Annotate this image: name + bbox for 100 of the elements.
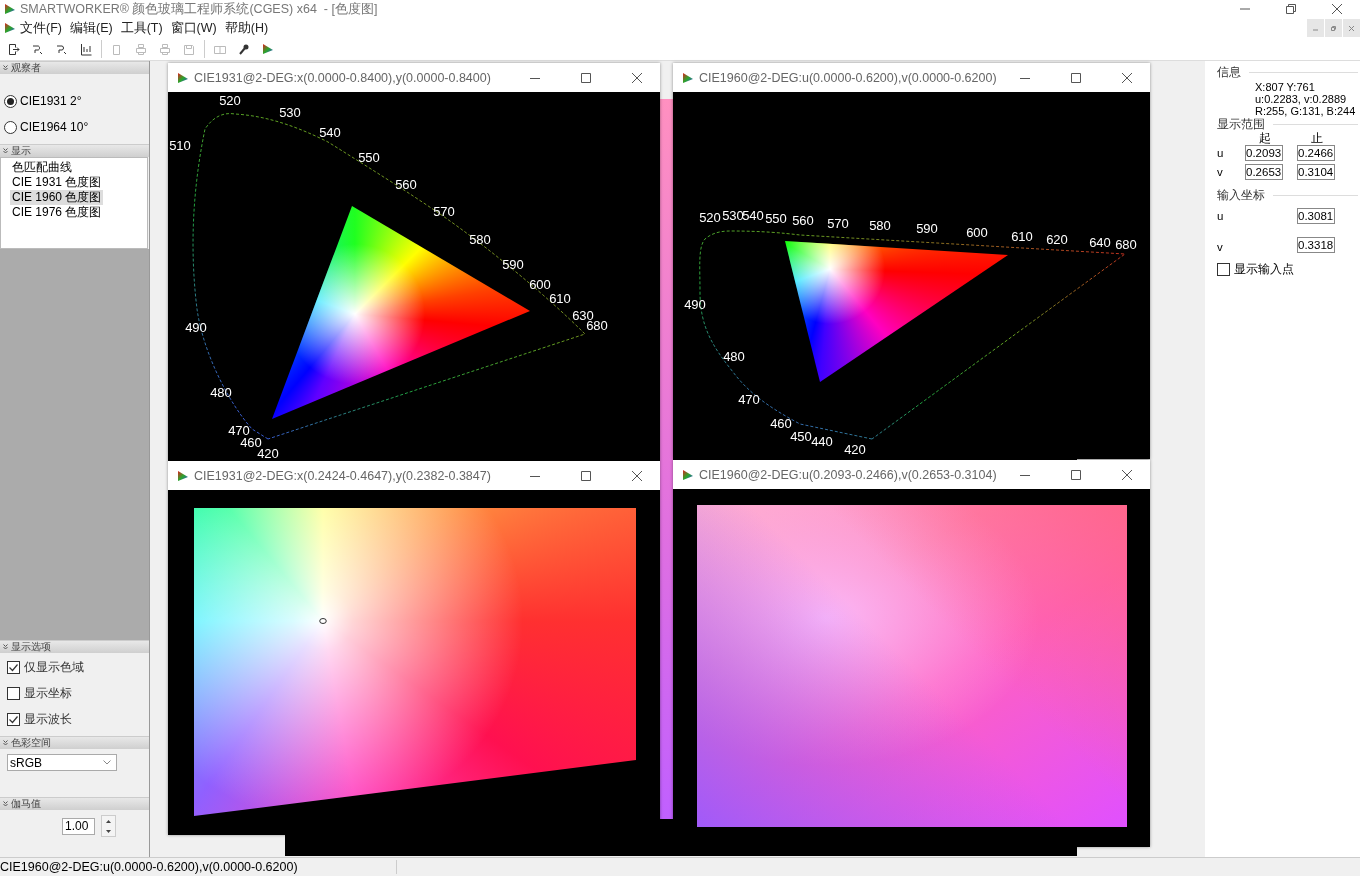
list-item[interactable]: CIE 1960 色度图: [10, 190, 104, 205]
chevron-down-icon: [103, 760, 111, 765]
checkbox[interactable]: [7, 660, 20, 674]
collapse-icon: [3, 740, 8, 746]
list-item[interactable]: CIE 1976 色度图: [10, 205, 104, 220]
column-label: 止: [1311, 131, 1323, 143]
maximize-icon: [581, 72, 591, 83]
wavelength-label: 580: [869, 218, 891, 233]
color-space-dropdown[interactable]: sRGB: [7, 754, 117, 771]
section-header[interactable]: 观察者: [0, 61, 149, 74]
section-title: 伽马值: [11, 798, 41, 810]
up-arrow-icon: [106, 819, 111, 823]
app-logo-icon: [177, 469, 189, 482]
wavelength-label: 600: [529, 277, 551, 292]
wavelength-label: 550: [358, 150, 380, 165]
wavelength-label: 510: [169, 138, 191, 153]
wavelength-label: 460: [770, 416, 792, 431]
close-icon: [632, 72, 642, 83]
collapse-icon: [3, 644, 8, 650]
window-title: SMARTWORKER® 颜色玻璃工程师系统(CGES) x64 - [色度图]: [20, 0, 379, 18]
wavelength-label: 420: [844, 442, 866, 457]
checkbox-label: 显示坐标: [24, 684, 72, 702]
mdi-close-button[interactable]: [1343, 19, 1360, 37]
input-field[interactable]: 0.3104: [1297, 163, 1335, 180]
field-label: v: [1217, 165, 1224, 178]
printer-icon: [158, 42, 172, 56]
radio-label: CIE1964 10°: [20, 120, 89, 134]
wavelength-label: 590: [916, 221, 938, 236]
wavelength-label: 570: [827, 216, 849, 231]
wavelength-label: 480: [210, 385, 232, 400]
wavelength-label: 640: [1089, 235, 1111, 250]
list-item[interactable]: 色匹配曲线: [10, 160, 74, 175]
group-title: 输入坐标: [1217, 187, 1265, 203]
radio-button[interactable]: [4, 120, 17, 134]
checkbox[interactable]: [1217, 263, 1230, 276]
field-label: v: [1217, 241, 1224, 253]
app-logo-icon: [682, 71, 694, 84]
radio-button[interactable]: [4, 94, 17, 108]
input-field[interactable]: 0.2466: [1297, 144, 1335, 161]
wavelength-label: 490: [185, 320, 207, 335]
collapse-icon: [3, 801, 8, 807]
section-header[interactable]: 伽马值: [0, 797, 149, 810]
wavelength-label: 540: [742, 208, 764, 223]
section-header[interactable]: 色彩空间: [0, 736, 149, 749]
menu-item[interactable]: 窗口(W): [166, 19, 221, 37]
section-header[interactable]: 显示选项: [0, 640, 149, 653]
radio-label: CIE1931 2°: [20, 94, 82, 108]
wavelength-label: 600: [966, 225, 988, 240]
wavelength-label: 520: [219, 93, 241, 108]
input-field[interactable]: 0.2653: [1245, 163, 1283, 180]
wavelength-label: 470: [738, 392, 760, 407]
collapse-icon: [3, 148, 8, 154]
info-text: u:0.2283, v:0.2889: [1254, 93, 1348, 105]
wavelength-label: 470: [228, 423, 250, 438]
section-title: 显示选项: [11, 641, 51, 653]
printer-icon: [134, 42, 148, 56]
menu-item[interactable]: 文件(F): [16, 19, 66, 37]
menu-item[interactable]: 编辑(E): [65, 19, 117, 37]
wavelength-label: 580: [469, 232, 491, 247]
app-logo-icon: [262, 43, 274, 55]
close-icon: [1349, 25, 1354, 31]
wavelength-label: 680: [1115, 237, 1137, 252]
gamma-field[interactable]: 1.00: [62, 817, 95, 835]
wavelength-label: 610: [1011, 229, 1033, 244]
app-logo-icon: [4, 3, 16, 15]
close-icon: [1332, 4, 1342, 14]
group-title: 显示范围: [1217, 117, 1265, 132]
down-arrow-icon: [106, 829, 111, 833]
spin-buttons[interactable]: [101, 815, 116, 837]
input-field[interactable]: 0.3318: [1297, 237, 1335, 253]
menu-item[interactable]: 工具(T): [116, 19, 167, 37]
list-item[interactable]: CIE 1931 色度图: [10, 175, 104, 190]
group-title: 信息: [1217, 64, 1241, 80]
wavelength-label: 610: [549, 291, 571, 306]
wavelength-label: 520: [699, 210, 721, 225]
checkbox[interactable]: [7, 712, 20, 726]
input-field[interactable]: 0.2093: [1245, 144, 1283, 161]
export-icon: [7, 42, 21, 56]
restore-icon: [1286, 4, 1296, 14]
close-icon: [1122, 72, 1132, 83]
wavelength-label: 560: [792, 213, 814, 228]
curve-icon: [55, 42, 69, 56]
input-field[interactable]: 0.3081: [1297, 207, 1335, 224]
field-label: u: [1217, 146, 1225, 159]
document-title: CIE1960@2-DEG:u(0.2093-0.2466),v(0.2653-0.3104): [699, 467, 997, 482]
wavelength-label: 540: [319, 125, 341, 140]
status-text: CIE1960@2-DEG:u(0.0000-0.6200),v(0.0000-0.6200): [0, 860, 397, 874]
section-title: 色彩空间: [11, 737, 51, 749]
checkbox[interactable]: [7, 686, 20, 700]
curve-icon: [31, 42, 45, 56]
info-text: X:807 Y:761: [1254, 81, 1316, 93]
wavelength-label: 560: [395, 177, 417, 192]
mdi-minimize-button[interactable]: [1307, 19, 1324, 37]
checkbox-label: 显示输入点: [1234, 262, 1294, 277]
wavelength-label: 620: [1046, 232, 1068, 247]
close-icon: [632, 470, 642, 481]
section-title: 观察者: [11, 62, 41, 74]
menu-item[interactable]: 帮助(H): [220, 19, 273, 37]
section-header[interactable]: 显示: [0, 144, 149, 157]
maximize-icon: [1071, 72, 1081, 83]
